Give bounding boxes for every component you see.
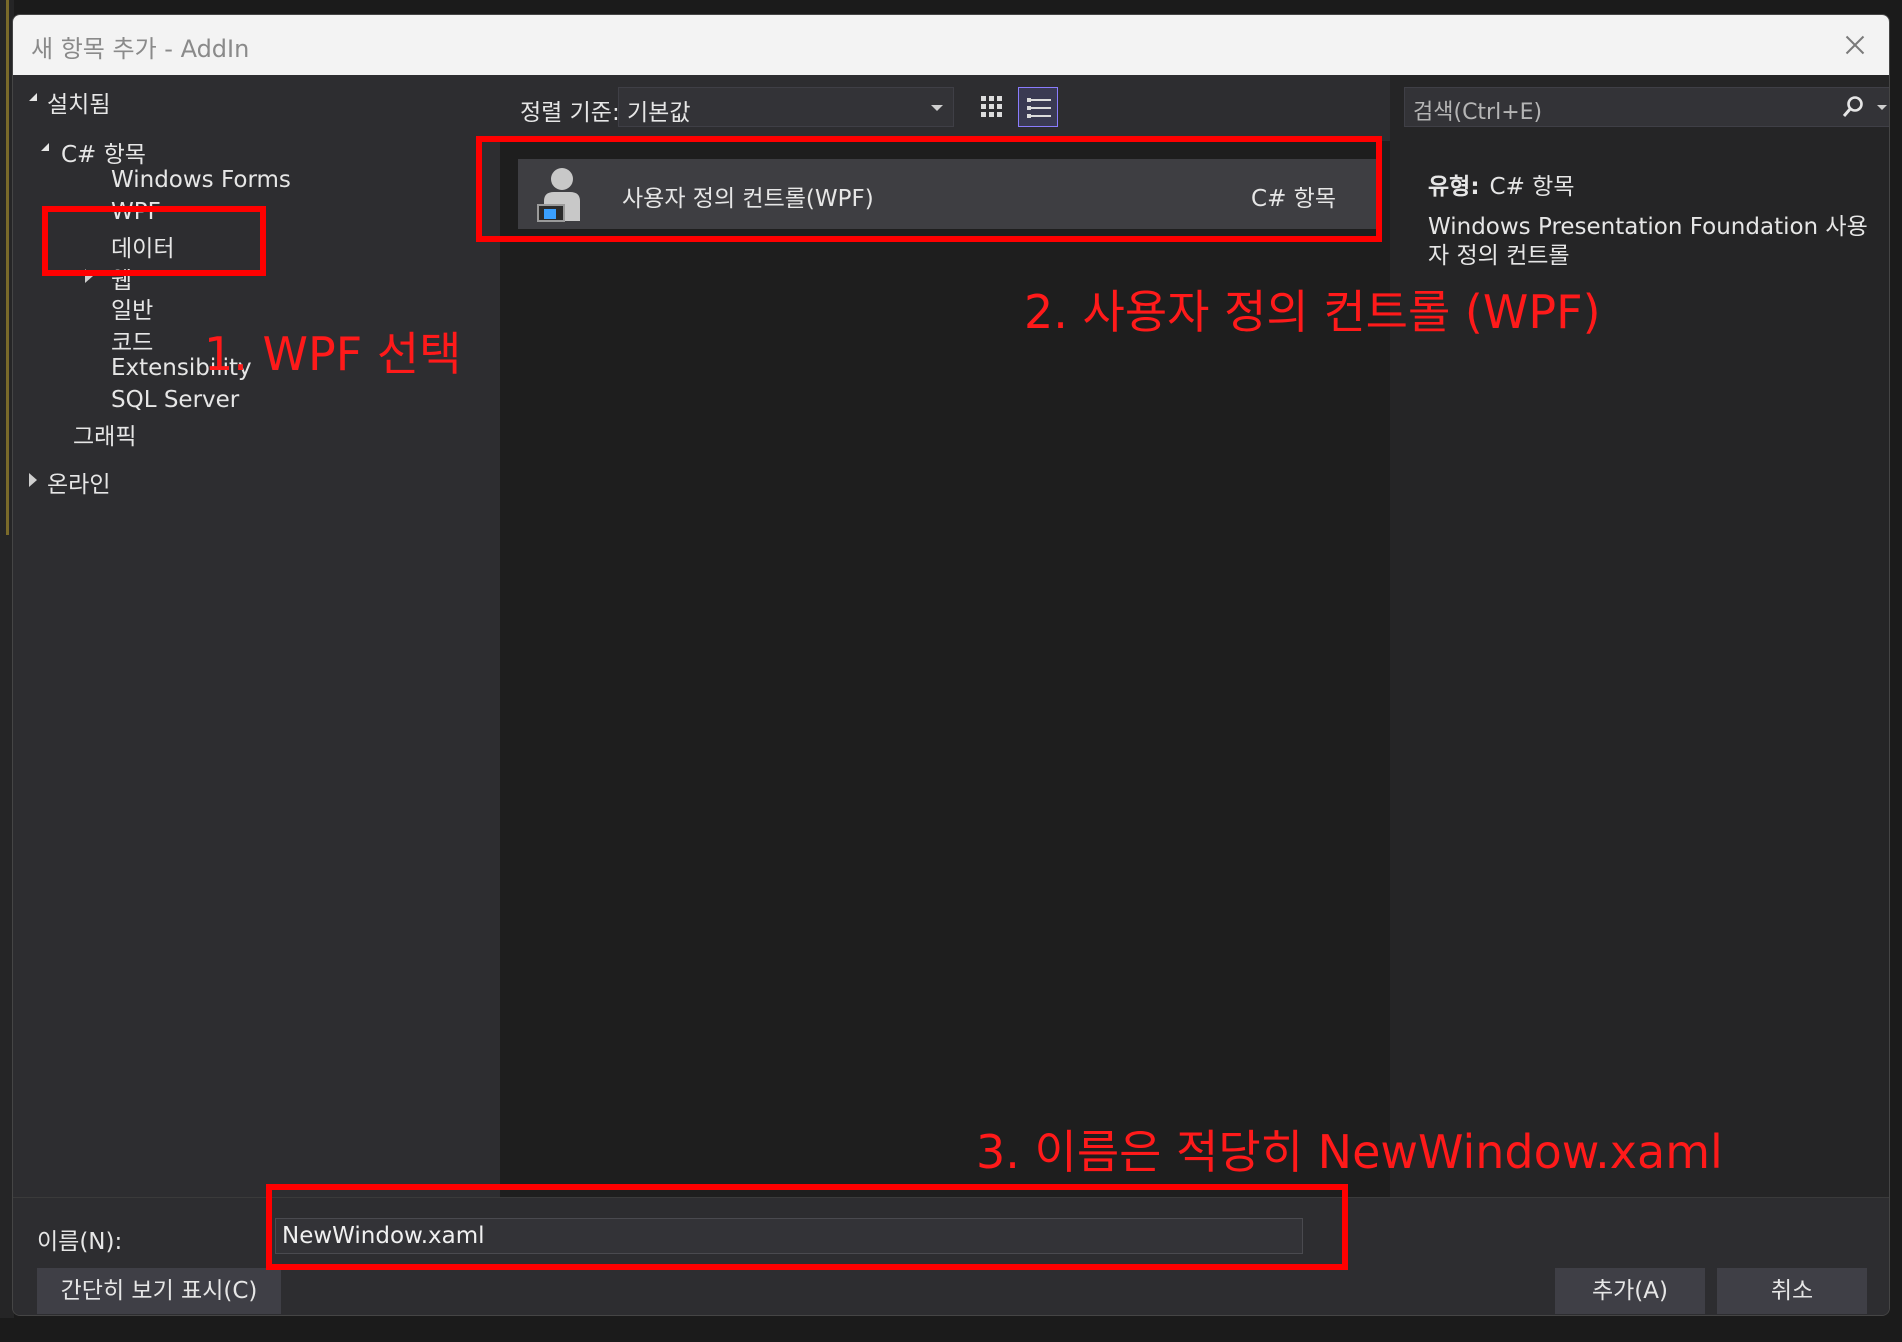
collapse-triangle-icon[interactable]: [41, 143, 49, 151]
chevron-down-icon[interactable]: [1877, 105, 1887, 110]
search-placeholder: 검색(Ctrl+E): [1413, 100, 1543, 125]
search-input[interactable]: 검색(Ctrl+E): [1404, 87, 1889, 127]
grid-view-icon: [981, 96, 1003, 118]
ide-background-bottom: [0, 1318, 1902, 1342]
search-icon[interactable]: [1841, 95, 1865, 119]
annotation-box-wpf: [42, 206, 266, 276]
info-type-label: 유형:: [1428, 174, 1480, 200]
tree-item-sql-server[interactable]: SQL Server: [111, 387, 239, 413]
dialog-title: 새 항목 추가 - AddIn: [31, 35, 250, 63]
tree-item-code[interactable]: 코드: [111, 323, 153, 357]
collapse-triangle-icon[interactable]: [29, 93, 37, 101]
sort-value: 기본값: [627, 100, 691, 126]
tree-item-general[interactable]: 일반: [111, 291, 153, 325]
info-description: Windows Presentation Foundation 사용자 정의 컨…: [1428, 214, 1868, 269]
close-icon[interactable]: [1835, 25, 1875, 65]
annotation-box-template: [476, 136, 1382, 242]
cancel-button[interactable]: 취소: [1717, 1268, 1867, 1314]
title-bar: 새 항목 추가 - AddIn: [13, 15, 1889, 75]
grid-view-button[interactable]: [972, 87, 1012, 127]
annotation-step2: 2. 사용자 정의 컨트롤 (WPF): [1024, 285, 1601, 339]
ide-accent-bar: [6, 0, 9, 535]
compact-view-button[interactable]: 간단히 보기 표시(C): [37, 1268, 281, 1314]
annotation-box-name: [266, 1184, 1348, 1270]
tree-item-csharp[interactable]: C# 항목: [61, 135, 146, 169]
sort-dropdown[interactable]: 기본값: [618, 87, 954, 127]
sort-label: 정렬 기준:: [520, 100, 620, 126]
sort-toolbar: 정렬 기준: 기본값: [500, 75, 1390, 141]
tree-item-graphics[interactable]: 그래픽: [73, 417, 136, 451]
name-label: 이름(N):: [37, 1229, 123, 1255]
add-button[interactable]: 추가(A): [1555, 1268, 1705, 1314]
tree-item-online[interactable]: 온라인: [47, 465, 110, 499]
tree-item-installed[interactable]: 설치됨: [47, 85, 110, 119]
annotation-step1: 1. WPF 선택: [204, 327, 462, 381]
info-type: 유형: C# 항목: [1428, 167, 1575, 201]
info-type-value: C# 항목: [1489, 174, 1575, 200]
list-view-icon: [1027, 97, 1051, 119]
details-pane: 검색(Ctrl+E) 유형: C# 항목 Windows Presentation…: [1390, 75, 1889, 1197]
chevron-down-icon: [931, 105, 943, 111]
tree-item-windows-forms[interactable]: Windows Forms: [111, 167, 291, 193]
annotation-step3: 3. 이름은 적당히 NewWindow.xaml: [976, 1125, 1723, 1179]
list-view-button[interactable]: [1018, 87, 1058, 127]
expand-triangle-icon[interactable]: [29, 473, 37, 487]
